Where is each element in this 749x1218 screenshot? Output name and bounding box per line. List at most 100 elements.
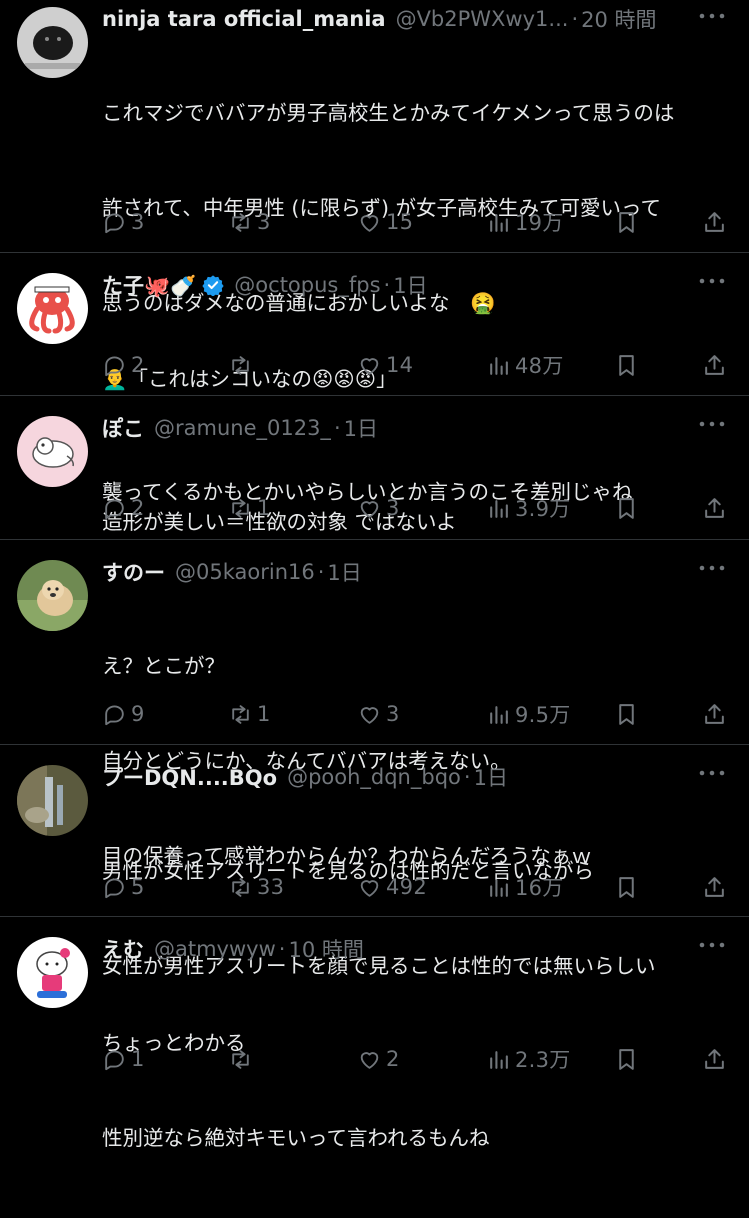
separator-dot: · <box>333 416 341 440</box>
display-name[interactable]: すのー <box>102 557 165 587</box>
share-button[interactable] <box>702 696 731 732</box>
action-bar: 1 2 2.3万 <box>102 1041 731 1077</box>
user-handle[interactable]: @Vb2PWXwy1... <box>396 7 569 31</box>
bookmark-button[interactable] <box>614 490 643 526</box>
reply-button[interactable]: 2 <box>102 490 145 526</box>
user-handle[interactable]: @ramune_0123_ <box>154 416 331 440</box>
action-bar: 3 3 15 19万 <box>102 204 731 240</box>
retweet-button[interactable]: 3 <box>228 204 271 240</box>
share-icon <box>705 354 724 375</box>
like-button[interactable]: 492 <box>357 869 427 905</box>
separator-dot: · <box>317 560 325 584</box>
bookmark-button[interactable] <box>614 347 643 383</box>
views-button[interactable]: 2.3万 <box>486 1041 571 1077</box>
like-button[interactable]: 14 <box>357 347 413 383</box>
more-icon[interactable] <box>695 414 729 434</box>
avatar[interactable] <box>17 416 88 487</box>
more-icon[interactable] <box>695 935 729 955</box>
bookmark-icon <box>619 497 634 519</box>
reply-button[interactable]: 5 <box>102 869 145 905</box>
like-button[interactable]: 3 <box>357 490 400 526</box>
user-handle[interactable]: @05kaorin16 <box>175 560 315 584</box>
retweet-icon <box>232 212 249 232</box>
display-name[interactable]: ninja tara official_mania <box>102 7 386 31</box>
reply-count: 5 <box>131 875 145 899</box>
timestamp[interactable]: 1日 <box>327 557 361 587</box>
action-bar: 9 1 3 9.5万 <box>102 696 731 732</box>
timeline: ninja tara official_mania @Vb2PWXwy1... … <box>0 0 749 1150</box>
like-count: 3 <box>386 702 400 726</box>
avatar[interactable] <box>17 937 88 1008</box>
action-bar: 2 14 48万 <box>102 347 731 383</box>
bookmark-button[interactable] <box>614 1041 643 1077</box>
views-icon <box>490 705 508 724</box>
timestamp[interactable]: 1日 <box>393 270 427 300</box>
more-icon[interactable] <box>695 271 729 291</box>
tweet-text: ちょっとわかる 性別逆なら絶対キモいって言われるもんね <box>102 965 727 1218</box>
avatar[interactable] <box>17 7 88 78</box>
views-button[interactable]: 9.5万 <box>486 696 571 732</box>
share-icon <box>705 497 724 518</box>
more-icon[interactable] <box>695 558 729 578</box>
retweet-button[interactable] <box>228 347 257 383</box>
bookmark-button[interactable] <box>614 204 643 240</box>
like-button[interactable]: 15 <box>357 204 413 240</box>
retweet-button[interactable]: 1 <box>228 490 271 526</box>
bookmark-button[interactable] <box>614 696 643 732</box>
reply-count: 2 <box>131 496 145 520</box>
tweet-line: 性別逆なら絶対キモいって言われるもんね <box>102 1125 490 1150</box>
like-button[interactable]: 3 <box>357 696 400 732</box>
display-name[interactable]: えむ <box>102 934 144 964</box>
timestamp[interactable]: 1日 <box>344 413 378 443</box>
share-button[interactable] <box>702 490 731 526</box>
tweet[interactable]: た子🐙🍼 @octopus_fps · 1日 👨‍🦲「これはシコいなの😡😡😡」 … <box>0 253 749 396</box>
avatar[interactable] <box>17 765 88 836</box>
user-handle[interactable]: @pooh_dqn_bqo <box>287 765 461 789</box>
display-name[interactable]: た子🐙🍼 <box>102 270 196 300</box>
share-button[interactable] <box>702 204 731 240</box>
reply-button[interactable]: 9 <box>102 696 145 732</box>
reply-icon <box>105 355 124 376</box>
tweet[interactable]: えむ @atmywyw · 10 時間 ちょっとわかる 性別逆なら絶対キモいって… <box>0 917 749 1150</box>
more-icon[interactable] <box>695 6 729 26</box>
timestamp[interactable]: 20 時間 <box>581 4 656 34</box>
timestamp[interactable]: 10 時間 <box>288 934 363 964</box>
separator-dot: · <box>571 7 579 31</box>
views-button[interactable]: 19万 <box>486 204 564 240</box>
tweet[interactable]: ninja tara official_mania @Vb2PWXwy1... … <box>0 0 749 504</box>
share-button[interactable] <box>702 347 731 383</box>
user-handle[interactable]: @atmywyw <box>154 937 276 961</box>
view-count: 3.9万 <box>515 497 571 521</box>
like-count: 2 <box>386 1047 400 1071</box>
user-handle[interactable]: @octopus_fps <box>234 273 380 297</box>
avatar[interactable] <box>17 273 88 344</box>
tweet[interactable]: すのー @05kaorin16 · 1日 え？とこが？ 自分とどうにか、なんてバ… <box>0 540 749 868</box>
tweet-header: ninja tara official_mania @Vb2PWXwy1... … <box>102 4 727 34</box>
retweet-button[interactable] <box>228 1041 257 1077</box>
reply-button[interactable]: 2 <box>102 347 145 383</box>
bookmark-button[interactable] <box>614 869 643 905</box>
timestamp[interactable]: 1日 <box>474 762 508 792</box>
share-icon <box>705 1048 724 1069</box>
display-name[interactable]: ぽこ <box>102 413 144 443</box>
reply-button[interactable]: 1 <box>102 1041 145 1077</box>
views-button[interactable]: 48万 <box>486 347 564 383</box>
reply-count: 3 <box>131 210 145 234</box>
view-count: 2.3万 <box>515 1048 571 1072</box>
display-name[interactable]: プーDQN....BQo <box>102 762 277 792</box>
more-icon[interactable] <box>695 763 729 783</box>
retweet-count: 1 <box>257 496 271 520</box>
share-button[interactable] <box>702 1041 731 1077</box>
tweet[interactable]: プーDQN....BQo @pooh_dqn_bqo · 1日 男性が女性アスリ… <box>0 745 749 978</box>
views-icon <box>490 499 508 518</box>
share-button[interactable] <box>702 869 731 905</box>
like-button[interactable]: 2 <box>357 1041 400 1077</box>
avatar[interactable] <box>17 560 88 631</box>
views-button[interactable]: 16万 <box>486 869 564 905</box>
reply-button[interactable]: 3 <box>102 204 145 240</box>
retweet-button[interactable]: 1 <box>228 696 271 732</box>
tweet[interactable]: ぽこ @ramune_0123_ · 1日 造形が美しい＝性欲の対象 ではないよ… <box>0 396 749 540</box>
retweet-button[interactable]: 33 <box>228 869 284 905</box>
tweet-header: すのー @05kaorin16 · 1日 <box>102 557 727 587</box>
views-button[interactable]: 3.9万 <box>486 490 571 526</box>
